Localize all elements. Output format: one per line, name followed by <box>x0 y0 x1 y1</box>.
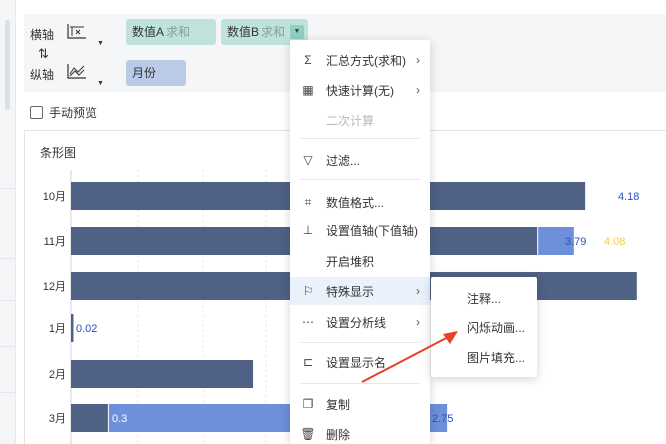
menu-item-number-format[interactable]: ⌗ 数值格式... <box>290 188 430 216</box>
y-tick-label: 2月 <box>49 369 66 381</box>
data-label: 3.79 <box>565 236 586 248</box>
chevron-right-icon: › <box>416 83 420 97</box>
analysis-line-icon: ⋯ <box>302 315 314 329</box>
y-tick-label: 10月 <box>43 191 66 203</box>
data-label: 0.3 <box>112 413 127 425</box>
trash-icon: 🗑 <box>300 427 316 441</box>
menu-item-label: 过滤... <box>326 153 361 168</box>
flag-icon: ⚐ <box>302 284 314 298</box>
menu-item-label: 开启堆积 <box>326 254 375 269</box>
menu-item-label: 设置显示名 <box>326 355 387 370</box>
menu-divider <box>300 342 420 343</box>
menu-item-label: 特殊显示 <box>326 284 375 299</box>
menu-item-analysis-line[interactable]: ⋯ 设置分析线 › <box>290 308 430 336</box>
menu-item-label: 数值格式... <box>326 195 385 210</box>
menu-item-special-display[interactable]: ⚐ 特殊显示 › <box>290 277 430 305</box>
number-format-icon: ⌗ <box>304 194 312 209</box>
data-label: 4.08 <box>604 236 625 248</box>
chevron-right-icon: › <box>416 53 420 67</box>
menu-item-delete[interactable]: 🗑 删除 <box>290 420 430 444</box>
menu-item-value-axis[interactable]: ⊥ 设置值轴(下值轴) <box>290 216 430 244</box>
menu-item-filter[interactable]: ▽ 过滤... <box>290 146 430 174</box>
submenu-item-image-fill[interactable]: 图片填充... <box>467 349 525 366</box>
data-label: 2.75 <box>432 413 453 425</box>
y-tick-label: 1月 <box>49 323 66 335</box>
context-menu: Σ 汇总方式(求和) › ▦ 快速计算(无) › 二次计算 ▽ 过滤... ⌗ … <box>290 40 430 444</box>
menu-item-label: 复制 <box>326 397 351 412</box>
menu-item-copy[interactable]: ❐ 复制 <box>290 390 430 418</box>
data-label: 1.48 <box>266 369 287 381</box>
menu-item-summary-method[interactable]: Σ 汇总方式(求和) › <box>290 46 430 74</box>
bar-series-a <box>71 360 254 388</box>
menu-item-quick-calc[interactable]: ▦ 快速计算(无) › <box>290 76 430 104</box>
bar-series-a <box>71 404 108 432</box>
menu-item-label: 设置值轴(下值轴) <box>326 223 418 238</box>
menu-item-display-name[interactable]: ⊏ 设置显示名 <box>290 348 430 376</box>
display-name-icon: ⊏ <box>302 355 314 369</box>
menu-item-label: 设置分析线 <box>326 315 387 330</box>
special-display-submenu: 注释... 闪烁动画... 图片填充... <box>431 277 537 377</box>
chevron-right-icon: › <box>416 315 420 329</box>
menu-divider <box>300 138 420 139</box>
y-tick-label: 3月 <box>49 413 66 425</box>
menu-item-label: 删除 <box>326 427 351 442</box>
filter-icon: ▽ <box>303 153 313 167</box>
bar-series-a <box>71 314 74 342</box>
value-axis-icon: ⊥ <box>302 223 314 237</box>
sigma-icon: Σ <box>304 53 312 67</box>
data-label: 0.02 <box>76 323 97 335</box>
calculator-icon: ▦ <box>302 83 314 97</box>
data-label: 4.18 <box>618 191 639 203</box>
menu-item-label: 快速计算(无) <box>326 83 394 98</box>
menu-item-secondary-calc[interactable]: 二次计算 <box>290 106 430 134</box>
menu-item-label: 二次计算 <box>326 113 375 128</box>
menu-item-label: 汇总方式(求和) <box>326 53 406 68</box>
copy-icon: ❐ <box>302 397 314 411</box>
menu-divider <box>300 179 420 180</box>
y-tick-label: 11月 <box>44 236 66 248</box>
y-tick-label: 12月 <box>43 281 66 293</box>
submenu-item-flash-animation[interactable]: 闪烁动画... <box>467 319 525 336</box>
menu-item-enable-stacking[interactable]: 开启堆积 <box>290 247 430 275</box>
chevron-right-icon: › <box>416 284 420 298</box>
submenu-item-annotation[interactable]: 注释... <box>467 290 501 307</box>
menu-divider <box>300 383 420 384</box>
